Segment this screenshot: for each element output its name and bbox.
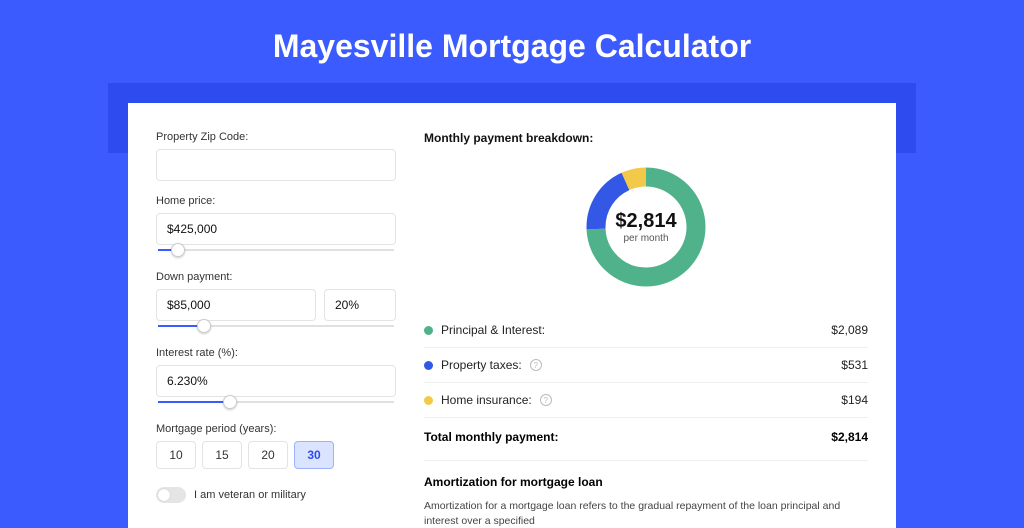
- donut-chart: $2,814 per month: [582, 163, 710, 291]
- rate-slider[interactable]: [156, 395, 396, 409]
- rate-input[interactable]: [156, 365, 396, 397]
- veteran-row: I am veteran or military: [156, 487, 396, 503]
- legend-dot-icon: [424, 396, 433, 405]
- calculator-card: Property Zip Code: Home price: Down paym…: [128, 103, 896, 528]
- inputs-column: Property Zip Code: Home price: Down paym…: [156, 131, 396, 528]
- donut-sublabel: per month: [623, 233, 668, 244]
- period-option-20[interactable]: 20: [248, 441, 288, 469]
- donut-value: $2,814: [615, 210, 676, 233]
- breakdown-column: Monthly payment breakdown: $2,814 per mo…: [424, 131, 868, 528]
- price-input[interactable]: [156, 213, 396, 245]
- amortization-section: Amortization for mortgage loan Amortizat…: [424, 460, 868, 528]
- veteran-label: I am veteran or military: [194, 489, 306, 501]
- down-label: Down payment:: [156, 271, 396, 283]
- legend: Principal & Interest: $2,089 Property taxe…: [424, 313, 868, 417]
- donut-chart-wrap: $2,814 per month: [424, 159, 868, 309]
- amortization-title: Amortization for mortgage loan: [424, 475, 868, 489]
- zip-field: Property Zip Code:: [156, 131, 396, 181]
- total-value: $2,814: [831, 430, 868, 444]
- rate-field: Interest rate (%):: [156, 347, 396, 409]
- price-field: Home price:: [156, 195, 396, 257]
- breakdown-title: Monthly payment breakdown:: [424, 131, 868, 145]
- legend-value: $194: [841, 393, 868, 407]
- legend-row-taxes: Property taxes:? $531: [424, 347, 868, 382]
- period-option-30[interactable]: 30: [294, 441, 334, 469]
- price-slider[interactable]: [156, 243, 396, 257]
- legend-value: $531: [841, 358, 868, 372]
- info-icon[interactable]: ?: [530, 359, 542, 371]
- legend-dot-icon: [424, 326, 433, 335]
- down-field: Down payment:: [156, 271, 396, 333]
- period-label: Mortgage period (years):: [156, 423, 396, 435]
- legend-label: Principal & Interest:: [441, 323, 545, 337]
- zip-label: Property Zip Code:: [156, 131, 396, 143]
- info-icon[interactable]: ?: [540, 394, 552, 406]
- down-amount-input[interactable]: [156, 289, 316, 321]
- rate-label: Interest rate (%):: [156, 347, 396, 359]
- zip-input[interactable]: [156, 149, 396, 181]
- period-option-10[interactable]: 10: [156, 441, 196, 469]
- total-row: Total monthly payment: $2,814: [424, 417, 868, 460]
- period-field: Mortgage period (years): 10152030: [156, 423, 396, 469]
- amortization-text: Amortization for a mortgage loan refers …: [424, 499, 868, 528]
- down-slider[interactable]: [156, 319, 396, 333]
- legend-label: Property taxes:: [441, 358, 522, 372]
- legend-label: Home insurance:: [441, 393, 532, 407]
- legend-value: $2,089: [831, 323, 868, 337]
- down-percent-input[interactable]: [324, 289, 396, 321]
- price-label: Home price:: [156, 195, 396, 207]
- page-title: Mayesville Mortgage Calculator: [0, 0, 1024, 83]
- legend-row-insurance: Home insurance:? $194: [424, 382, 868, 417]
- veteran-toggle[interactable]: [156, 487, 186, 503]
- total-label: Total monthly payment:: [424, 430, 558, 444]
- period-option-15[interactable]: 15: [202, 441, 242, 469]
- legend-dot-icon: [424, 361, 433, 370]
- legend-row-principal: Principal & Interest: $2,089: [424, 313, 868, 347]
